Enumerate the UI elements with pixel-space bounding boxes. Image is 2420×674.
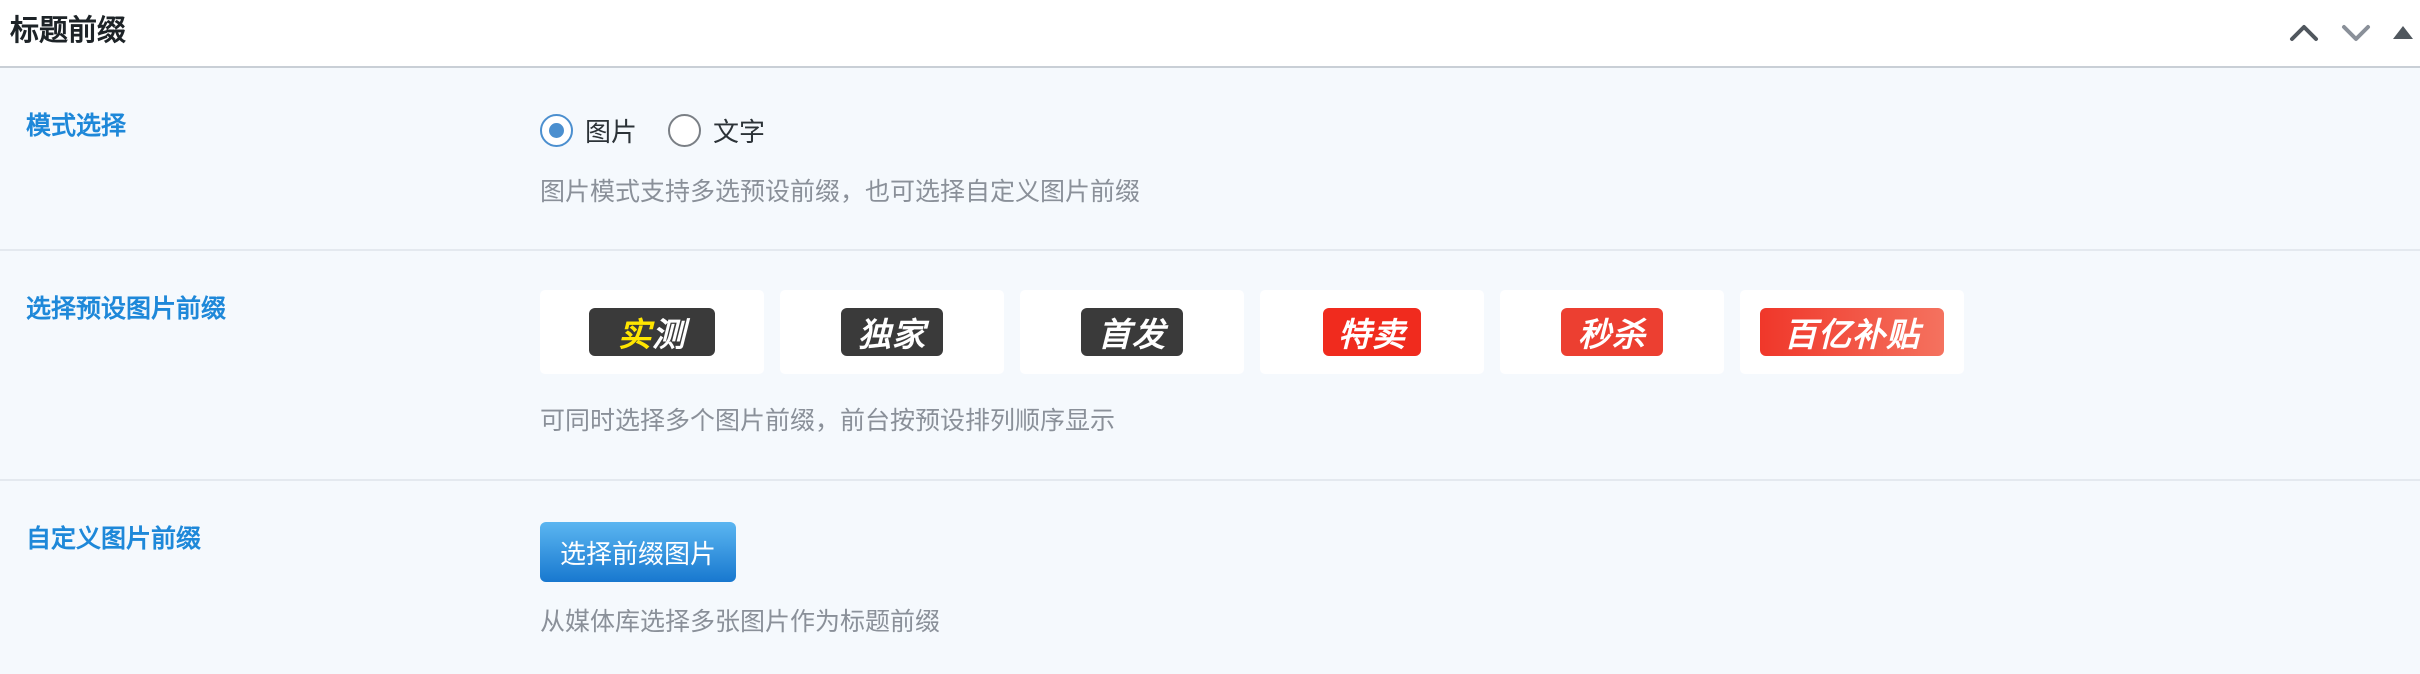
radio-text-label: 文字: [713, 117, 766, 148]
custom-description: 从媒体库选择多张图片作为标题前缀: [540, 607, 941, 636]
custom-label: 自定义图片前缀: [26, 524, 202, 553]
select-prefix-image-button[interactable]: 选择前缀图片: [540, 522, 736, 582]
radio-text-circle[interactable]: [668, 113, 701, 147]
preset-badge-text: 百亿补贴: [1784, 315, 1920, 354]
preset-tile-miaosha[interactable]: 秒杀: [1500, 290, 1724, 374]
preset-badge-text: 实: [618, 315, 652, 354]
panel-header: 标题前缀: [0, 0, 2420, 68]
mode-label: 模式选择: [26, 111, 127, 140]
preset-tile-temai[interactable]: 特卖: [1260, 290, 1484, 374]
preset-badge-baiyibutie: 百亿补贴: [1760, 308, 1944, 356]
preset-tile-baiyibutie[interactable]: 百亿补贴: [1740, 290, 1964, 374]
preset-badge-shoufa: 首发: [1081, 308, 1183, 356]
preset-badge-text: 独家: [858, 315, 926, 354]
preset-badge-text: 首发: [1098, 315, 1166, 354]
chevron-up-icon[interactable]: [2285, 14, 2323, 52]
preset-badge-dujia: 独家: [841, 308, 943, 356]
presets-label: 选择预设图片前缀: [26, 294, 227, 323]
mode-row: 模式选择: [0, 68, 2420, 251]
preset-badge-temai: 特卖: [1323, 308, 1421, 356]
preset-tile-dujia[interactable]: 独家: [780, 290, 1004, 374]
triangle-up-icon[interactable]: [2384, 14, 2420, 52]
preset-tile-shice[interactable]: 实测: [540, 290, 764, 374]
preset-badge-miaosha: 秒杀: [1561, 308, 1663, 356]
chevron-down-icon[interactable]: [2337, 14, 2375, 52]
preset-tile-shoufa[interactable]: 首发: [1020, 290, 1244, 374]
custom-row: 自定义图片前缀: [0, 481, 2420, 674]
presets-description: 可同时选择多个图片前缀，前台按预设排列顺序显示: [540, 406, 1116, 435]
mode-description: 图片模式支持多选预设前缀，也可选择自定义图片前缀: [540, 177, 1141, 206]
radio-image-circle[interactable]: [540, 113, 573, 147]
panel-title: 标题前缀: [10, 13, 127, 47]
preset-badge-shice: 实测: [589, 308, 715, 356]
radio-text[interactable]: 文字: [668, 112, 765, 148]
preset-badge-text: 测: [652, 315, 686, 354]
radio-image-label: 图片: [585, 117, 638, 148]
radio-image[interactable]: 图片: [540, 112, 637, 148]
preset-badge-text: 秒杀: [1578, 315, 1646, 354]
preset-badge-text: 特卖: [1338, 315, 1406, 354]
